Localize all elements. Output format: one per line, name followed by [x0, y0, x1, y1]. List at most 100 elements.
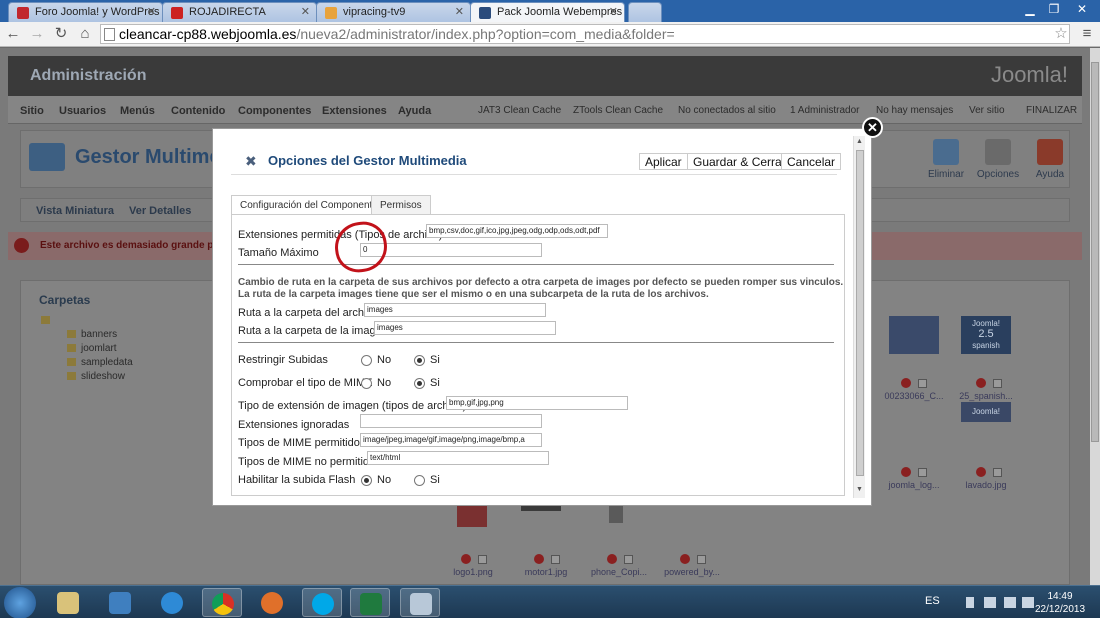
menu-usuarios[interactable]: Usuarios — [59, 105, 106, 117]
options-button[interactable]: Opciones — [973, 139, 1023, 180]
folder-sampledata[interactable]: sampledata — [67, 357, 133, 368]
back-icon[interactable]: ← — [2, 24, 24, 44]
image-path-input[interactable]: images — [374, 321, 556, 335]
status-ztools[interactable]: ZTools Clean Cache — [573, 105, 663, 116]
forward-icon[interactable]: → — [26, 24, 48, 44]
bookmark-star-icon[interactable]: ☆ — [1050, 24, 1072, 44]
tab-permisos[interactable]: Permisos — [371, 195, 431, 214]
menu-ayuda[interactable]: Ayuda — [398, 105, 431, 117]
select-checkbox[interactable] — [551, 555, 560, 564]
image-ext-input[interactable]: bmp,gif,jpg,png — [446, 396, 628, 410]
folder-root[interactable] — [41, 315, 55, 326]
language-indicator[interactable]: ES — [925, 595, 940, 607]
select-checkbox[interactable] — [478, 555, 487, 564]
tab-vista-miniatura[interactable]: Vista Miniatura — [36, 205, 114, 217]
delete-icon[interactable] — [901, 378, 911, 388]
delete-button[interactable]: Eliminar — [921, 139, 971, 180]
ext-input[interactable]: bmp,csv,doc,gif,ico,jpg,jpeg,odg,odp,ods… — [426, 224, 608, 238]
modal-scrollbar[interactable]: ▲ ▼ — [853, 136, 865, 498]
status-messages[interactable]: No hay mensajes — [876, 105, 953, 116]
select-checkbox[interactable] — [993, 379, 1002, 388]
browser-tab-rojadirecta[interactable]: ROJADIRECTA ✕ — [162, 2, 317, 22]
delete-icon[interactable] — [976, 467, 986, 477]
url-bar[interactable]: cleancar-cp88.webjoomla.es/nueva2/admini… — [100, 24, 1070, 44]
reload-icon[interactable]: ↻ — [50, 24, 72, 44]
tab-close-icon[interactable]: ✕ — [455, 5, 464, 18]
taskbar-internet-explorer[interactable] — [152, 588, 192, 617]
select-checkbox[interactable] — [918, 379, 927, 388]
folder-joomlart[interactable]: joomlart — [67, 343, 117, 354]
thumbnail-joomla-logo[interactable]: Joomla! — [961, 402, 1011, 422]
thumbnail-joomla25[interactable]: Joomla! 2.5 spanish — [961, 316, 1011, 354]
check-mime-no-radio[interactable] — [361, 378, 372, 389]
new-tab-button[interactable] — [628, 2, 662, 22]
tray-arrow-icon[interactable] — [966, 597, 974, 608]
taskbar-skype[interactable] — [302, 588, 342, 617]
close-icon[interactable]: ✕ — [1068, 0, 1096, 18]
thumbnail-image[interactable] — [889, 316, 939, 354]
mime-allowed-input[interactable]: image/jpeg,image/gif,image/png,image/bmp… — [360, 433, 542, 447]
menu-contenido[interactable]: Contenido — [171, 105, 225, 117]
taskbar-media-player[interactable] — [100, 588, 140, 617]
modal-close-button[interactable]: ✕ — [862, 117, 883, 138]
taskbar-firefox[interactable] — [252, 588, 292, 617]
help-button[interactable]: Ayuda — [1025, 139, 1075, 180]
tab-configuracion[interactable]: Configuración del Componente — [231, 195, 387, 215]
ignored-ext-input[interactable] — [360, 414, 542, 428]
apply-button[interactable]: Aplicar — [639, 153, 688, 170]
flash-si-radio[interactable] — [414, 475, 425, 486]
status-jat3[interactable]: JAT3 Clean Cache — [478, 105, 561, 116]
thumbnail-logo1[interactable] — [457, 505, 487, 527]
menu-sitio[interactable]: Sitio — [20, 105, 44, 117]
tray-network-icon[interactable] — [1004, 597, 1016, 608]
tab-close-icon[interactable]: ✕ — [609, 5, 618, 18]
tab-ver-detalles[interactable]: Ver Detalles — [129, 205, 191, 217]
menu-componentes[interactable]: Componentes — [238, 105, 311, 117]
minimize-icon[interactable]: ▁ — [1018, 0, 1042, 18]
select-checkbox[interactable] — [624, 555, 633, 564]
home-icon[interactable]: ⌂ — [74, 24, 96, 44]
folder-banners[interactable]: banners — [67, 329, 117, 340]
scrollbar-thumb[interactable] — [1091, 62, 1099, 442]
taskbar-chrome[interactable] — [202, 588, 242, 617]
restrict-no-radio[interactable] — [361, 355, 372, 366]
start-button[interactable] — [4, 587, 36, 618]
select-checkbox[interactable] — [697, 555, 706, 564]
delete-icon[interactable] — [976, 378, 986, 388]
thumbnail-phone[interactable] — [609, 503, 623, 523]
delete-icon[interactable] — [461, 554, 471, 564]
delete-icon[interactable] — [534, 554, 544, 564]
scroll-up-icon[interactable]: ▲ — [856, 138, 863, 145]
browser-tab-pack-joomla[interactable]: Pack Joomla Webempres ✕ — [470, 2, 625, 22]
mime-denied-input[interactable]: text/html — [367, 451, 549, 465]
maximize-icon[interactable]: ❐ — [1042, 0, 1066, 18]
status-view-site[interactable]: Ver sitio — [969, 105, 1005, 116]
taskbar-other-app[interactable] — [400, 588, 440, 617]
menu-menus[interactable]: Menús — [120, 105, 155, 117]
delete-icon[interactable] — [680, 554, 690, 564]
taskbar-explorer[interactable] — [48, 588, 88, 617]
taskbar-clock[interactable]: 14:49 22/12/2013 — [1030, 590, 1090, 616]
tray-flag-icon[interactable] — [984, 597, 996, 608]
browser-tab-vipracing[interactable]: vipracing-tv9 ✕ — [316, 2, 471, 22]
delete-icon[interactable] — [607, 554, 617, 564]
flash-no-radio[interactable] — [361, 475, 372, 486]
browser-tab-foro[interactable]: Foro Joomla! y WordPres ✕ — [8, 2, 163, 22]
tab-close-icon[interactable]: ✕ — [147, 5, 156, 18]
modal-scrollbar-thumb[interactable] — [856, 150, 864, 476]
select-checkbox[interactable] — [918, 468, 927, 477]
menu-extensiones[interactable]: Extensiones — [322, 105, 387, 117]
page-scrollbar[interactable] — [1090, 48, 1100, 585]
status-logout[interactable]: FINALIZAR — [1026, 105, 1077, 116]
max-size-input[interactable]: 0 — [360, 243, 542, 257]
menu-icon[interactable]: ≡ — [1076, 24, 1098, 44]
delete-icon[interactable] — [901, 467, 911, 477]
folder-slideshow[interactable]: slideshow — [67, 371, 125, 382]
save-close-button[interactable]: Guardar & Cerrar — [687, 153, 792, 170]
restrict-si-radio[interactable] — [414, 355, 425, 366]
cancel-button[interactable]: Cancelar — [781, 153, 842, 170]
tab-close-icon[interactable]: ✕ — [301, 5, 310, 18]
select-checkbox[interactable] — [993, 468, 1002, 477]
file-path-input[interactable]: images — [364, 303, 546, 317]
scroll-down-icon[interactable]: ▼ — [856, 486, 863, 493]
